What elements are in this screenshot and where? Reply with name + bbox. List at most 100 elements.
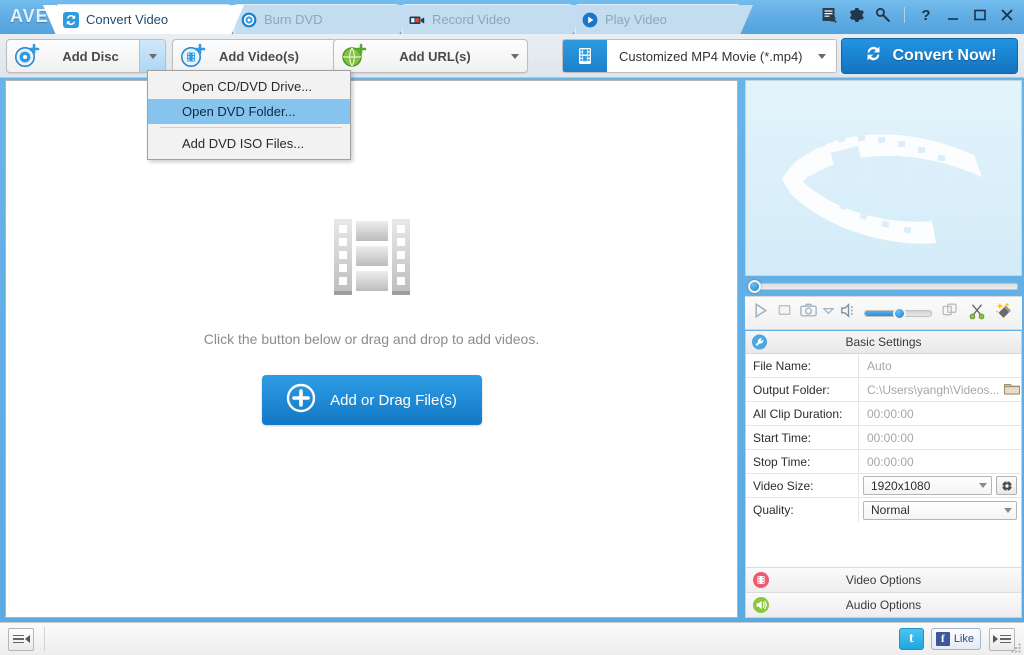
video-preview[interactable] bbox=[745, 80, 1022, 276]
gear-icon[interactable] bbox=[847, 6, 865, 24]
add-disc-label: Add Disc bbox=[42, 49, 139, 64]
start-time-value[interactable]: 00:00:00 bbox=[859, 426, 1021, 449]
video-size-settings-button[interactable] bbox=[996, 476, 1017, 495]
status-bar: t f Like bbox=[0, 622, 1024, 655]
basic-settings-title: Basic Settings bbox=[746, 335, 1021, 349]
maximize-icon[interactable] bbox=[971, 6, 989, 24]
volume-thumb[interactable] bbox=[893, 307, 906, 320]
wrench-icon bbox=[751, 334, 768, 351]
filmstrip-watermark bbox=[746, 81, 1022, 276]
seek-thumb[interactable] bbox=[748, 280, 761, 293]
menu-item-label: Add DVD ISO Files... bbox=[182, 136, 304, 151]
divider bbox=[904, 7, 905, 23]
chevron-down-icon bbox=[979, 483, 987, 488]
minimize-icon[interactable] bbox=[944, 6, 962, 24]
setting-label: Start Time: bbox=[746, 426, 859, 449]
add-urls-button[interactable]: Add URL(s) bbox=[333, 39, 528, 73]
video-options-label: Video Options bbox=[746, 573, 1021, 587]
video-size-value: 1920x1080 bbox=[871, 479, 930, 493]
divider bbox=[44, 627, 45, 651]
plus-circle-icon bbox=[286, 383, 316, 417]
tab-play-video[interactable]: Play Video bbox=[575, 4, 740, 34]
convert-now-button[interactable]: Convert Now! bbox=[841, 38, 1018, 74]
add-disc-icon bbox=[12, 42, 42, 70]
add-urls-label: Add URL(s) bbox=[369, 49, 501, 64]
chevron-down-icon bbox=[511, 54, 519, 59]
menu-item-open-dvd-folder[interactable]: Open DVD Folder... bbox=[148, 99, 350, 124]
magic-wand-icon[interactable] bbox=[994, 301, 1014, 326]
tab-convert-video[interactable]: Convert Video bbox=[56, 4, 231, 34]
add-or-drag-files-button[interactable]: Add or Drag File(s) bbox=[262, 375, 482, 425]
filmstrip-icon bbox=[326, 211, 418, 303]
seek-bar[interactable] bbox=[745, 280, 1022, 292]
menu-item-add-dvd-iso-files[interactable]: Add DVD ISO Files... bbox=[148, 131, 350, 156]
setting-label: All Clip Duration: bbox=[746, 402, 859, 425]
volume-slider[interactable] bbox=[864, 310, 932, 317]
menu-item-label: Open CD/DVD Drive... bbox=[182, 79, 312, 94]
key-icon[interactable] bbox=[874, 6, 892, 24]
setting-row-quality: Quality: Normal bbox=[746, 498, 1021, 522]
audio-options-row[interactable]: Audio Options bbox=[746, 592, 1021, 617]
collapse-left-panel-button[interactable] bbox=[8, 628, 34, 651]
chevron-down-icon bbox=[149, 54, 157, 59]
empty-hint-text: Click the button below or drag and drop … bbox=[204, 331, 539, 347]
facebook-like-label: Like bbox=[954, 633, 974, 645]
empty-state: Click the button below or drag and drop … bbox=[6, 211, 737, 425]
log-icon[interactable] bbox=[820, 6, 838, 24]
add-or-drag-files-label: Add or Drag File(s) bbox=[330, 392, 457, 409]
volume-button[interactable] bbox=[838, 300, 859, 326]
add-disc-button[interactable]: Add Disc bbox=[6, 39, 166, 73]
setting-label: Video Size: bbox=[746, 474, 859, 497]
video-list-panel[interactable]: Click the button below or drag and drop … bbox=[5, 80, 738, 618]
video-options-icon bbox=[752, 571, 770, 589]
list-icon bbox=[13, 635, 24, 644]
snapshot-dropdown[interactable] bbox=[822, 304, 835, 322]
snapshot-button[interactable] bbox=[798, 300, 819, 326]
menu-item-open-cd-dvd-drive[interactable]: Open CD/DVD Drive... bbox=[148, 74, 350, 99]
help-icon[interactable]: ? bbox=[917, 6, 935, 24]
setting-label: File Name: bbox=[746, 354, 859, 377]
stop-button[interactable] bbox=[774, 300, 795, 326]
twitter-share-button[interactable]: t bbox=[899, 628, 924, 650]
tab-label: Convert Video bbox=[86, 12, 168, 27]
volume-fill bbox=[865, 311, 897, 316]
all-clip-duration-value[interactable]: 00:00:00 bbox=[859, 402, 1021, 425]
merge-button[interactable] bbox=[940, 301, 960, 326]
folder-browse-icon[interactable] bbox=[1003, 380, 1021, 399]
facebook-icon: f bbox=[936, 632, 950, 646]
film-icon bbox=[563, 40, 607, 72]
quality-select[interactable]: Normal bbox=[863, 501, 1017, 520]
video-options-row[interactable]: Video Options bbox=[746, 567, 1021, 592]
tab-burn-dvd[interactable]: Burn DVD bbox=[234, 4, 399, 34]
add-url-icon bbox=[339, 42, 369, 70]
add-urls-dropdown-arrow[interactable] bbox=[501, 40, 527, 72]
resize-grip[interactable] bbox=[1010, 641, 1022, 653]
file-name-value[interactable]: Auto bbox=[859, 354, 1021, 377]
title-bar: AVE Convert Video bbox=[0, 0, 1024, 34]
setting-row-all-clip-duration: All Clip Duration: 00:00:00 bbox=[746, 402, 1021, 426]
close-icon[interactable] bbox=[998, 6, 1016, 24]
scissors-icon[interactable] bbox=[967, 301, 987, 326]
add-videos-button[interactable]: Add Video(s) bbox=[172, 39, 337, 73]
basic-settings-header: Basic Settings bbox=[746, 331, 1021, 354]
window-controls: ? bbox=[820, 6, 1016, 24]
chevron-right-icon bbox=[993, 635, 998, 643]
setting-row-output-folder: Output Folder: C:\Users\yangh\Videos... bbox=[746, 378, 1021, 402]
twitter-label: t bbox=[909, 631, 914, 647]
convert-now-label: Convert Now! bbox=[893, 47, 997, 65]
facebook-like-button[interactable]: f Like bbox=[931, 628, 981, 650]
stop-time-value[interactable]: 00:00:00 bbox=[859, 450, 1021, 473]
tab-record-video[interactable]: Record Video bbox=[402, 4, 572, 34]
add-disc-dropdown-arrow[interactable] bbox=[139, 40, 165, 72]
output-profile-select[interactable]: Customized MP4 Movie (*.mp4) bbox=[562, 39, 837, 73]
output-profile-arrow[interactable] bbox=[808, 40, 836, 72]
menu-separator bbox=[160, 127, 342, 128]
audio-options-icon bbox=[752, 596, 770, 614]
options-section: Video Options Audio Options bbox=[746, 567, 1021, 617]
seek-track[interactable] bbox=[755, 283, 1018, 290]
quality-value: Normal bbox=[871, 503, 910, 517]
video-size-select[interactable]: 1920x1080 bbox=[863, 476, 992, 495]
output-folder-value[interactable]: C:\Users\yangh\Videos... bbox=[867, 383, 1000, 397]
play-button[interactable] bbox=[750, 300, 771, 326]
basic-settings-panel: Basic Settings File Name: Auto Output Fo… bbox=[745, 331, 1022, 618]
